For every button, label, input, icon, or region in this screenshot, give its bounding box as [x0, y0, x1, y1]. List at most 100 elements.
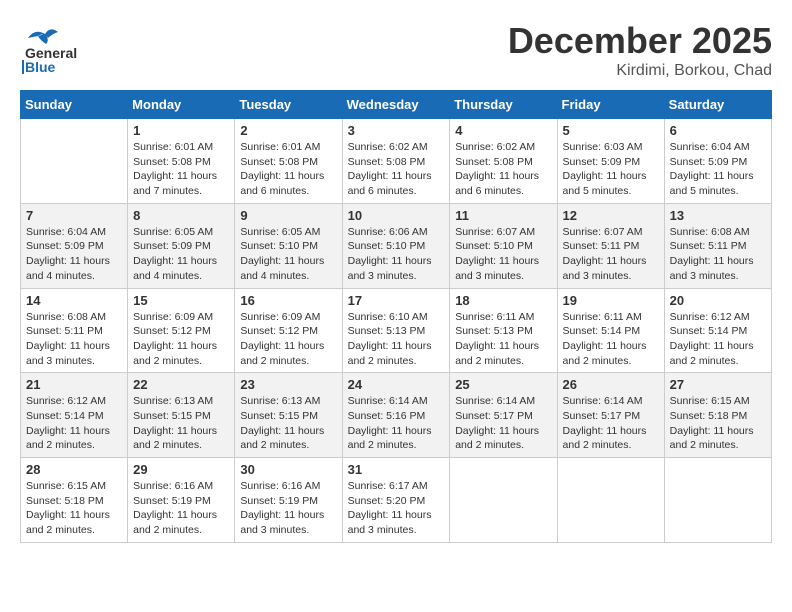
calendar-cell: 23 Sunrise: 6:13 AM Sunset: 5:15 PM Dayli… [235, 373, 342, 458]
day-number: 21 [26, 377, 122, 392]
day-number: 12 [563, 208, 659, 223]
calendar-week-1: 1 Sunrise: 6:01 AM Sunset: 5:08 PM Daylig… [21, 119, 772, 204]
day-info: Sunrise: 6:05 AM Sunset: 5:09 PM Dayligh… [133, 225, 229, 284]
calendar-cell: 5 Sunrise: 6:03 AM Sunset: 5:09 PM Daylig… [557, 119, 664, 204]
calendar-cell: 16 Sunrise: 6:09 AM Sunset: 5:12 PM Dayli… [235, 288, 342, 373]
day-number: 31 [348, 462, 445, 477]
calendar-cell: 27Sunrise: 6:15 AM Sunset: 5:18 PM Dayli… [664, 373, 771, 458]
calendar-cell: 13 Sunrise: 6:08 AM Sunset: 5:11 PM Dayli… [664, 203, 771, 288]
day-number: 7 [26, 208, 122, 223]
column-header-friday: Friday [557, 91, 664, 119]
day-number: 29 [133, 462, 229, 477]
day-info: Sunrise: 6:06 AM Sunset: 5:10 PM Dayligh… [348, 225, 445, 284]
calendar-cell: 3Sunrise: 6:02 AM Sunset: 5:08 PM Daylig… [342, 119, 450, 204]
calendar-cell: 6 Sunrise: 6:04 AM Sunset: 5:09 PM Daylig… [664, 119, 771, 204]
calendar-cell: 26 Sunrise: 6:14 AM Sunset: 5:17 PM Dayli… [557, 373, 664, 458]
column-header-saturday: Saturday [664, 91, 771, 119]
calendar-cell: 15 Sunrise: 6:09 AM Sunset: 5:12 PM Dayli… [128, 288, 235, 373]
month-title: December 2025 [508, 20, 772, 62]
calendar-cell: 18 Sunrise: 6:11 AM Sunset: 5:13 PM Dayli… [450, 288, 557, 373]
calendar-week-2: 7 Sunrise: 6:04 AM Sunset: 5:09 PM Daylig… [21, 203, 772, 288]
day-number: 16 [240, 293, 336, 308]
logo: General Blue [20, 20, 110, 75]
day-info: Sunrise: 6:04 AM Sunset: 5:09 PM Dayligh… [26, 225, 122, 284]
calendar-cell: 17Sunrise: 6:10 AM Sunset: 5:13 PM Dayli… [342, 288, 450, 373]
calendar-cell: 14Sunrise: 6:08 AM Sunset: 5:11 PM Dayli… [21, 288, 128, 373]
day-number: 11 [455, 208, 551, 223]
day-number: 27 [670, 377, 766, 392]
day-number: 18 [455, 293, 551, 308]
day-info: Sunrise: 6:13 AM Sunset: 5:15 PM Dayligh… [240, 394, 336, 453]
title-area: December 2025 Kirdimi, Borkou, Chad [508, 20, 772, 80]
calendar-cell [450, 458, 557, 543]
day-info: Sunrise: 6:14 AM Sunset: 5:16 PM Dayligh… [348, 394, 445, 453]
column-header-wednesday: Wednesday [342, 91, 450, 119]
location: Kirdimi, Borkou, Chad [508, 62, 772, 80]
day-number: 20 [670, 293, 766, 308]
calendar-cell: 28 Sunrise: 6:15 AM Sunset: 5:18 PM Dayli… [21, 458, 128, 543]
day-info: Sunrise: 6:12 AM Sunset: 5:14 PM Dayligh… [26, 394, 122, 453]
calendar-cell: 9 Sunrise: 6:05 AM Sunset: 5:10 PM Daylig… [235, 203, 342, 288]
day-number: 19 [563, 293, 659, 308]
calendar-cell: 20 Sunrise: 6:12 AM Sunset: 5:14 PM Dayli… [664, 288, 771, 373]
day-info: Sunrise: 6:14 AM Sunset: 5:17 PM Dayligh… [563, 394, 659, 453]
day-number: 15 [133, 293, 229, 308]
day-info: Sunrise: 6:14 AM Sunset: 5:17 PM Dayligh… [455, 394, 551, 453]
day-info: Sunrise: 6:07 AM Sunset: 5:11 PM Dayligh… [563, 225, 659, 284]
day-info: Sunrise: 6:09 AM Sunset: 5:12 PM Dayligh… [240, 310, 336, 369]
day-info: Sunrise: 6:02 AM Sunset: 5:08 PM Dayligh… [455, 140, 551, 199]
calendar-cell: 10 Sunrise: 6:06 AM Sunset: 5:10 PM Dayli… [342, 203, 450, 288]
calendar-cell [21, 119, 128, 204]
column-header-thursday: Thursday [450, 91, 557, 119]
calendar-cell: 19 Sunrise: 6:11 AM Sunset: 5:14 PM Dayli… [557, 288, 664, 373]
calendar-cell: 30 Sunrise: 6:16 AM Sunset: 5:19 PM Dayli… [235, 458, 342, 543]
calendar-cell: 11Sunrise: 6:07 AM Sunset: 5:10 PM Dayli… [450, 203, 557, 288]
day-info: Sunrise: 6:15 AM Sunset: 5:18 PM Dayligh… [26, 479, 122, 538]
day-info: Sunrise: 6:16 AM Sunset: 5:19 PM Dayligh… [240, 479, 336, 538]
day-info: Sunrise: 6:04 AM Sunset: 5:09 PM Dayligh… [670, 140, 766, 199]
day-number: 5 [563, 123, 659, 138]
day-number: 24 [348, 377, 445, 392]
calendar-cell: 2 Sunrise: 6:01 AM Sunset: 5:08 PM Daylig… [235, 119, 342, 204]
calendar-table: SundayMondayTuesdayWednesdayThursdayFrid… [20, 90, 772, 543]
calendar-cell: 8 Sunrise: 6:05 AM Sunset: 5:09 PM Daylig… [128, 203, 235, 288]
calendar-cell: 1 Sunrise: 6:01 AM Sunset: 5:08 PM Daylig… [128, 119, 235, 204]
calendar-cell: 21 Sunrise: 6:12 AM Sunset: 5:14 PM Dayli… [21, 373, 128, 458]
day-number: 25 [455, 377, 551, 392]
day-number: 14 [26, 293, 122, 308]
day-number: 9 [240, 208, 336, 223]
day-number: 26 [563, 377, 659, 392]
day-number: 23 [240, 377, 336, 392]
day-number: 3 [348, 123, 445, 138]
calendar-cell: 29Sunrise: 6:16 AM Sunset: 5:19 PM Dayli… [128, 458, 235, 543]
calendar-cell: 12 Sunrise: 6:07 AM Sunset: 5:11 PM Dayli… [557, 203, 664, 288]
calendar-header-row: SundayMondayTuesdayWednesdayThursdayFrid… [21, 91, 772, 119]
svg-text:Blue: Blue [25, 59, 56, 75]
day-info: Sunrise: 6:12 AM Sunset: 5:14 PM Dayligh… [670, 310, 766, 369]
day-info: Sunrise: 6:08 AM Sunset: 5:11 PM Dayligh… [670, 225, 766, 284]
calendar-cell [664, 458, 771, 543]
calendar-cell: 7 Sunrise: 6:04 AM Sunset: 5:09 PM Daylig… [21, 203, 128, 288]
day-info: Sunrise: 6:11 AM Sunset: 5:13 PM Dayligh… [455, 310, 551, 369]
calendar-week-3: 14Sunrise: 6:08 AM Sunset: 5:11 PM Dayli… [21, 288, 772, 373]
calendar-cell: 22Sunrise: 6:13 AM Sunset: 5:15 PM Dayli… [128, 373, 235, 458]
day-number: 1 [133, 123, 229, 138]
day-number: 10 [348, 208, 445, 223]
day-info: Sunrise: 6:03 AM Sunset: 5:09 PM Dayligh… [563, 140, 659, 199]
column-header-tuesday: Tuesday [235, 91, 342, 119]
day-info: Sunrise: 6:01 AM Sunset: 5:08 PM Dayligh… [133, 140, 229, 199]
day-info: Sunrise: 6:11 AM Sunset: 5:14 PM Dayligh… [563, 310, 659, 369]
column-header-monday: Monday [128, 91, 235, 119]
logo-svg: General Blue [20, 20, 110, 75]
day-info: Sunrise: 6:05 AM Sunset: 5:10 PM Dayligh… [240, 225, 336, 284]
day-number: 28 [26, 462, 122, 477]
day-info: Sunrise: 6:09 AM Sunset: 5:12 PM Dayligh… [133, 310, 229, 369]
day-number: 30 [240, 462, 336, 477]
day-info: Sunrise: 6:13 AM Sunset: 5:15 PM Dayligh… [133, 394, 229, 453]
day-number: 6 [670, 123, 766, 138]
day-number: 13 [670, 208, 766, 223]
day-info: Sunrise: 6:01 AM Sunset: 5:08 PM Dayligh… [240, 140, 336, 199]
day-number: 8 [133, 208, 229, 223]
day-number: 4 [455, 123, 551, 138]
day-number: 2 [240, 123, 336, 138]
